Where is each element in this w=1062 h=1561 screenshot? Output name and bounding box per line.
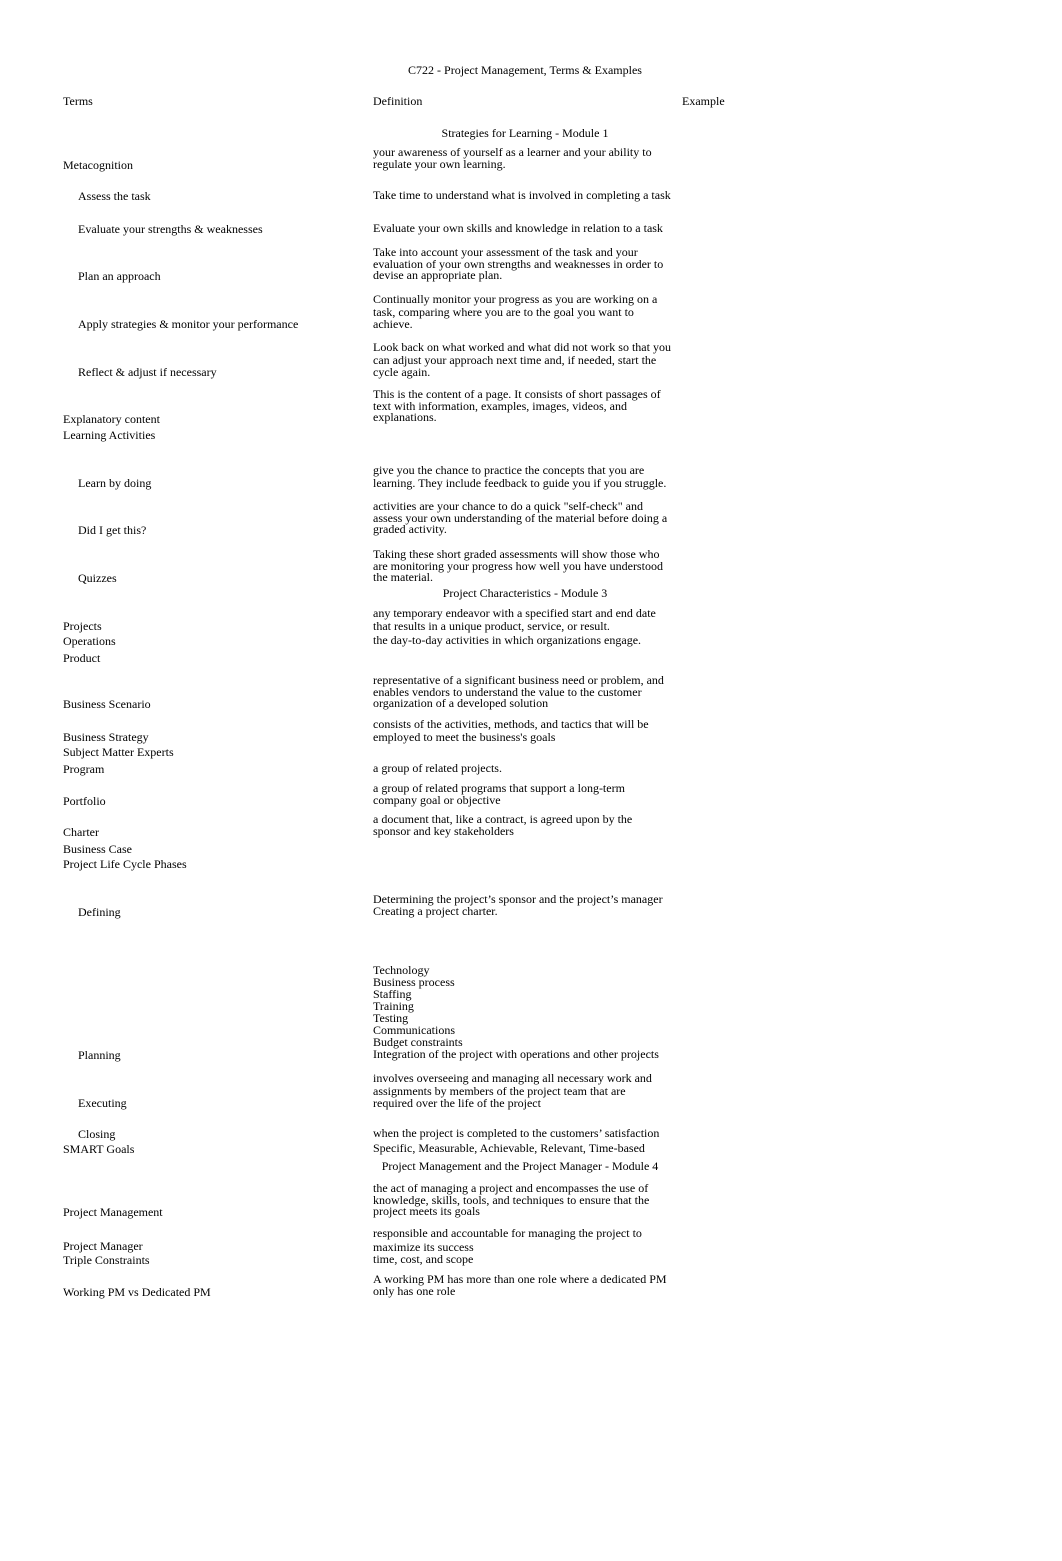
term-cell: Project Manager [63,1239,143,1253]
term-cell: Charter [63,825,99,839]
definition-cell: a document that, like a contract, is agr… [373,812,633,838]
section-heading: Project Management and the Project Manag… [381,1159,659,1173]
column-header-example: Example [682,94,725,108]
definition-cell: when the project is completed to the cus… [373,1126,660,1140]
term-cell: Defining [78,905,121,919]
term-cell: Metacognition [63,158,133,172]
definition-cell: Technology Business process Staffing Tra… [373,963,659,1061]
definition-cell: Look back on what worked and what did no… [373,340,671,379]
definition-cell: A working PM has more than one role wher… [373,1272,667,1298]
definition-cell: Taking these short graded assessments wi… [373,547,663,584]
term-cell: Learning Activities [63,428,156,442]
definition-cell: Continually monitor your progress as you… [373,292,658,331]
definition-cell: activities are your chance to do a quick… [373,499,668,536]
term-cell: Subject Matter Experts [63,745,174,759]
term-cell: Operations [63,634,116,648]
term-cell: Project Life Cycle Phases [63,857,187,871]
definition-cell: This is the content of a page. It consis… [373,387,661,424]
definition-cell: Specific, Measurable, Achievable, Releva… [373,1141,645,1155]
term-cell: Closing [78,1127,116,1141]
term-cell: Did I get this? [78,523,147,537]
definition-cell: the act of managing a project and encomp… [373,1181,650,1218]
term-cell: Business Case [63,842,132,856]
column-header-terms: Terms [63,94,93,108]
definition-cell: Take time to understand what is involved… [373,188,671,202]
term-cell: Apply strategies & monitor your performa… [78,317,299,331]
definition-cell: a group of related programs that support… [373,781,625,807]
term-cell: Projects [63,619,102,633]
document-title: C722 - Project Management, Terms & Examp… [408,63,642,77]
definition-cell: involves overseeing and managing all nec… [373,1071,652,1110]
term-cell: SMART Goals [63,1142,135,1156]
term-cell: Assess the task [78,189,151,203]
term-cell: Planning [78,1048,121,1062]
definition-cell: Take into account your assessment of the… [373,245,664,282]
term-cell: Portfolio [63,794,106,808]
term-cell: Program [63,762,105,776]
term-cell: Working PM vs Dedicated PM [63,1285,211,1299]
definition-cell: give you the chance to practice the conc… [373,463,667,490]
column-header-definition: Definition [373,94,423,108]
term-cell: Reflect & adjust if necessary [78,365,217,379]
definition-cell: the day-to-day activities in which organ… [373,633,642,647]
term-cell: Project Management [63,1205,163,1219]
term-cell: Explanatory content [63,412,160,426]
term-cell: Product [63,651,101,665]
definition-cell: responsible and accountable for managing… [373,1226,642,1254]
definition-cell: time, cost, and scope [373,1252,474,1266]
term-cell: Plan an approach [78,269,161,283]
definition-cell: representative of a significant business… [373,673,664,710]
definition-cell: Evaluate your own skills and knowledge i… [373,221,663,235]
term-cell: Triple Constraints [63,1253,150,1267]
definition-cell: your awareness of yourself as a learner … [373,145,652,171]
term-cell: Quizzes [78,571,117,585]
section-heading: Project Characteristics - Module 3 [442,586,608,600]
section-heading: Strategies for Learning - Module 1 [441,126,609,140]
definition-cell: consists of the activities, methods, and… [373,717,649,744]
term-cell: Executing [78,1096,127,1110]
definition-cell: any temporary endeavor with a specified … [373,606,656,633]
term-cell: Business Scenario [63,697,151,711]
definition-cell: Determining the project’s sponsor and th… [373,892,663,918]
term-cell: Business Strategy [63,730,149,744]
definition-cell: a group of related projects. [373,761,502,775]
term-cell: Learn by doing [78,476,152,490]
term-cell: Evaluate your strengths & weaknesses [78,222,263,236]
